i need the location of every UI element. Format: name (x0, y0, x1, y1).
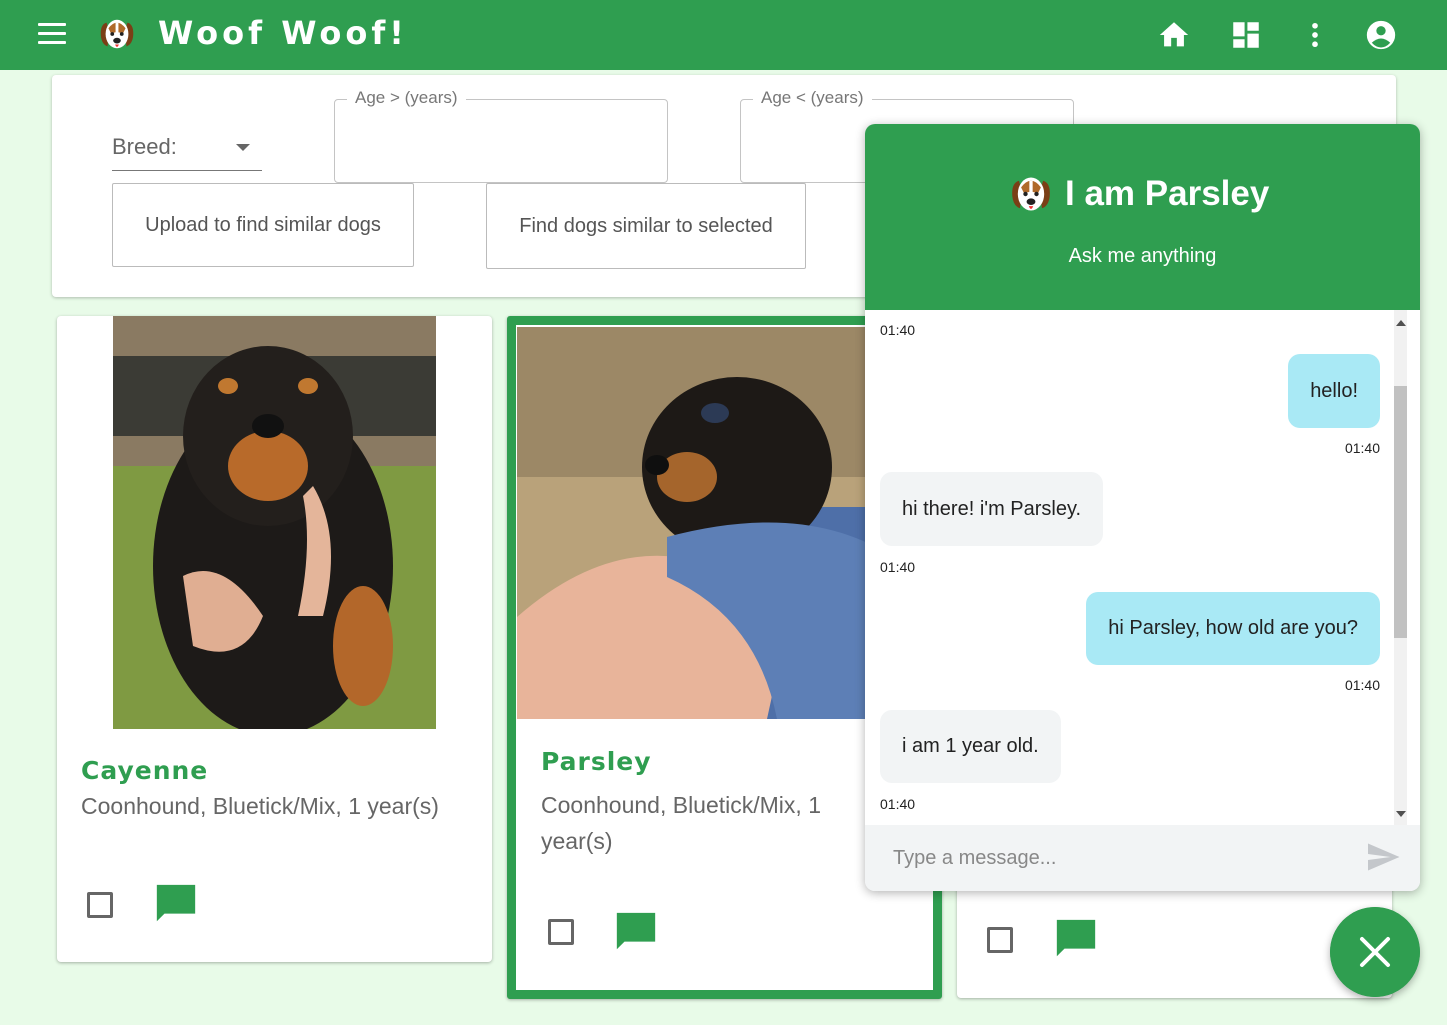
chat-bubble-icon[interactable] (612, 909, 660, 955)
scroll-up-icon[interactable] (1396, 320, 1406, 326)
age-min-label: Age > (years) (347, 88, 466, 108)
message-list[interactable]: 01:40 hello! 01:40 hi there! i'm Parsley… (865, 310, 1420, 825)
bot-message: i am 1 year old. (880, 710, 1061, 783)
user-message: hello! (1288, 354, 1380, 428)
app-title: Woof Woof! (158, 14, 408, 52)
breed-select[interactable]: Breed: (112, 130, 262, 171)
age-max-label: Age < (years) (753, 88, 872, 108)
home-icon[interactable] (1157, 18, 1191, 52)
app-bar: Woof Woof! (0, 0, 1447, 70)
dog-name: Parsley (541, 747, 652, 776)
chevron-down-icon (236, 144, 250, 151)
beagle-logo-icon (100, 19, 134, 49)
bot-message: hi there! i'm Parsley. (880, 472, 1104, 546)
select-checkbox[interactable] (987, 927, 1013, 953)
chat-bubble-icon[interactable] (1052, 916, 1100, 962)
message-time: 01:40 (880, 322, 916, 338)
dog-description: Coonhound, Bluetick/Mix, 1 year(s) (541, 792, 821, 854)
close-chat-button[interactable] (1330, 907, 1420, 997)
message-time: 01:40 (880, 796, 916, 812)
chat-window: I am Parsley Ask me anything 01:40 hello… (865, 124, 1420, 891)
select-checkbox[interactable] (548, 919, 574, 945)
chat-bubble-icon[interactable] (152, 881, 200, 927)
scrollbar[interactable] (1394, 310, 1407, 825)
chat-title: I am Parsley (1065, 174, 1270, 213)
account-circle-icon[interactable] (1364, 18, 1398, 52)
scroll-down-icon[interactable] (1396, 811, 1406, 817)
message-composer (865, 825, 1420, 891)
breed-label: Breed: (112, 134, 177, 159)
dashboard-icon[interactable] (1229, 18, 1263, 52)
find-similar-button[interactable]: Find dogs similar to selected (486, 183, 806, 269)
message-time: 01:40 (880, 559, 916, 575)
select-checkbox[interactable] (87, 892, 113, 918)
age-min-field[interactable]: Age > (years) (334, 88, 668, 183)
message-time: 01:40 (1344, 677, 1380, 693)
message-input[interactable] (893, 843, 1343, 873)
dog-description: Coonhound, Bluetick/Mix, 1 year(s) (81, 793, 439, 819)
beagle-logo-icon (1012, 177, 1050, 211)
scrollbar-thumb[interactable] (1394, 386, 1407, 638)
message-time: 01:40 (1344, 440, 1380, 456)
dog-name: Cayenne (81, 756, 209, 785)
dog-card[interactable]: Cayenne Coonhound, Bluetick/Mix, 1 year(… (57, 316, 492, 962)
user-message: hi Parsley, how old are you? (1086, 592, 1380, 665)
more-vert-icon[interactable] (1298, 18, 1332, 52)
chat-subtitle: Ask me anything (1068, 245, 1217, 267)
chat-header: I am Parsley Ask me anything (865, 124, 1420, 310)
dog-photo (113, 316, 436, 729)
hamburger-menu-icon[interactable] (38, 23, 66, 45)
send-icon[interactable] (1363, 839, 1403, 875)
upload-similar-button[interactable]: Upload to find similar dogs (112, 183, 414, 267)
